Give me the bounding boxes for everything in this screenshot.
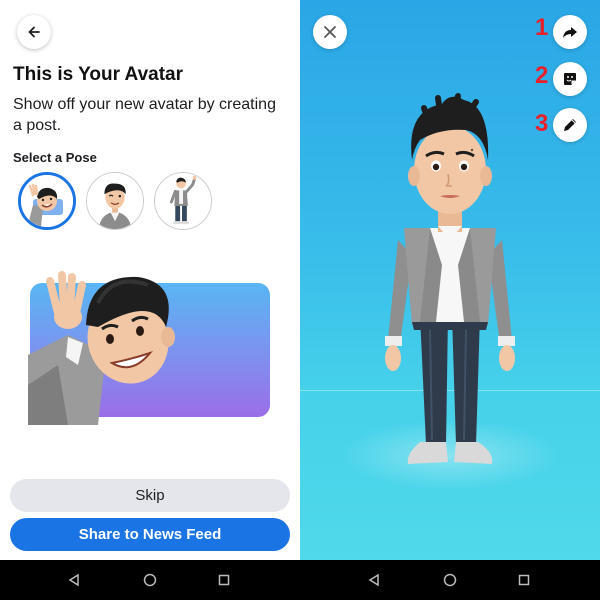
share-button[interactable] <box>553 15 587 49</box>
avatar-full-body-thumbnail <box>155 173 211 229</box>
edit-avatar-button[interactable] <box>553 108 587 142</box>
sticker-icon <box>564 73 576 85</box>
share-to-news-feed-button[interactable]: Share to News Feed <box>10 518 290 551</box>
avatar-viewer-screen: 1 2 3 <box>300 0 600 560</box>
triangle-back-icon <box>368 573 379 587</box>
nav-back-button[interactable] <box>364 570 384 590</box>
back-button[interactable] <box>17 15 51 49</box>
avatar-post-screen: This is Your Avatar Show off your new av… <box>0 0 300 560</box>
annotation-number-3: 3 <box>535 110 549 137</box>
circle-home-icon <box>143 573 157 587</box>
nav-home-button[interactable] <box>140 570 160 590</box>
pose-option-peek-wave[interactable] <box>18 172 76 230</box>
annotation-number-1: 1 <box>535 14 549 41</box>
page-title: This is Your Avatar <box>13 64 183 85</box>
avatar-peek-thumbnail <box>21 175 73 227</box>
skip-button[interactable]: Skip <box>10 479 290 512</box>
circle-home-icon <box>443 573 457 587</box>
sticker-button[interactable] <box>553 62 587 96</box>
pose-option-full-body-wave[interactable] <box>154 172 212 230</box>
nav-back-button[interactable] <box>64 570 84 590</box>
system-navigation-bar <box>0 560 600 600</box>
nav-home-button[interactable] <box>440 570 460 590</box>
nav-recents-button[interactable] <box>214 570 234 590</box>
pose-section-label: Select a Pose <box>13 150 97 165</box>
nav-recents-button[interactable] <box>514 570 534 590</box>
close-button[interactable] <box>313 15 347 49</box>
avatar-figure <box>385 93 515 464</box>
back-arrow-icon <box>28 26 40 38</box>
pencil-edit-icon <box>564 119 576 131</box>
triangle-back-icon <box>68 573 79 587</box>
pose-option-wink-portrait[interactable] <box>86 172 144 230</box>
avatar-wink-thumbnail <box>87 173 143 229</box>
square-recents-icon <box>218 574 230 586</box>
annotation-number-2: 2 <box>535 62 549 89</box>
share-arrow-icon <box>563 27 577 38</box>
close-icon <box>324 26 336 38</box>
page-subtitle: Show off your new avatar by creating a p… <box>13 96 276 134</box>
square-recents-icon <box>518 574 530 586</box>
avatar-post-preview <box>28 271 270 425</box>
